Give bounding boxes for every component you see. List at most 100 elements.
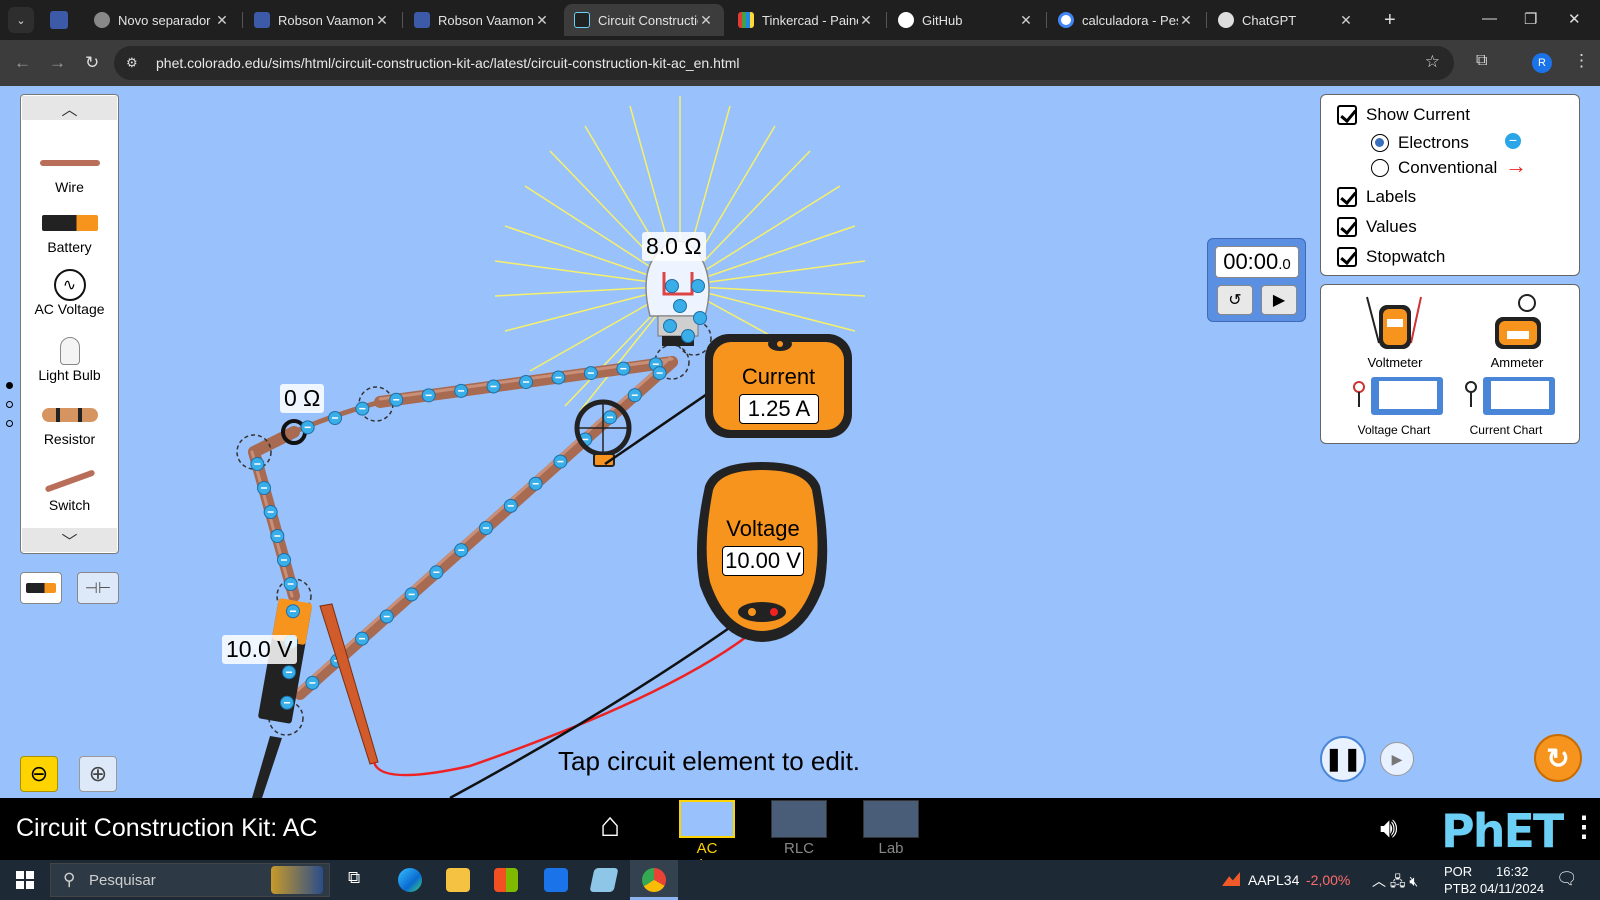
edge-icon[interactable] [398, 868, 422, 892]
toolbox-scroll-down-button[interactable]: ﹀ [22, 528, 117, 552]
minimize-icon[interactable]: — [1482, 10, 1497, 27]
stopwatch-play-button[interactable]: ▶ [1261, 285, 1297, 315]
restore-icon[interactable]: ❐ [1524, 10, 1537, 28]
toolbox-resistor[interactable]: Resistor [21, 399, 118, 447]
url-text[interactable]: phet.colorado.edu/sims/html/circuit-cons… [156, 55, 740, 71]
wire-resistance-label[interactable]: 0 Ω [280, 384, 325, 413]
windows-taskbar: ⚲ Pesquisar ⧉ AAPL34 -2,00% ︿ 🖧︎ 🔇︎ POR … [0, 860, 1600, 900]
close-tab-icon[interactable]: ✕ [698, 12, 714, 29]
labels-checkbox[interactable]: Labels [1337, 187, 1416, 207]
step-forward-button[interactable]: ▶︎ [1380, 742, 1414, 776]
toolbox-ac-voltage[interactable]: ∿ AC Voltage [21, 269, 118, 317]
keyboard-layout[interactable]: PTB2 [1444, 881, 1477, 896]
tab-calculadora[interactable]: calculadora - Pesquisa ✕ [1048, 4, 1204, 36]
site-info-icon[interactable]: ⚙ [126, 55, 142, 71]
site-favicon [254, 12, 270, 28]
electron [673, 299, 687, 313]
forward-icon[interactable]: → [49, 53, 66, 73]
profile-avatar[interactable]: R [1532, 53, 1552, 73]
toolbox-scroll-up-button[interactable]: ︿ [22, 96, 117, 120]
close-tab-icon[interactable]: ✕ [214, 12, 230, 29]
close-tab-icon[interactable]: ✕ [1178, 12, 1194, 29]
pause-button[interactable]: ❚❚ [1320, 736, 1366, 782]
app-icon[interactable] [50, 11, 68, 29]
file-explorer-icon[interactable] [446, 868, 470, 892]
toolbox-light-bulb[interactable]: Light Bulb [21, 335, 118, 383]
address-bar[interactable]: ⚙ phet.colorado.edu/sims/html/circuit-co… [114, 46, 1454, 80]
wire-left[interactable] [248, 446, 300, 602]
stock-change[interactable]: -2,00% [1306, 872, 1350, 888]
values-checkbox[interactable]: Values [1337, 217, 1417, 237]
toolbox-switch[interactable]: Switch [21, 465, 118, 513]
zoom-in-button[interactable]: ⊕ [79, 756, 117, 792]
zoom-out-button[interactable]: ⊖ [20, 756, 58, 792]
language-indicator[interactable]: POR [1444, 864, 1472, 879]
tab-github[interactable]: GitHub ✕ [888, 4, 1044, 36]
battery-voltage-label[interactable]: 10.0 V [222, 635, 297, 664]
voltmeter-value: 10.00 V [722, 546, 804, 576]
show-current-checkbox[interactable]: Show Current [1337, 105, 1470, 125]
voltmeter-tool-label: Voltmeter [1367, 355, 1423, 370]
phet-logo[interactable]: PhET [1441, 804, 1564, 858]
ammeter-tool[interactable] [1487, 293, 1547, 355]
tab-robson-1[interactable]: Robson Vaamonde ✕ [244, 4, 400, 36]
bookmark-star-icon[interactable]: ☆ [1425, 52, 1440, 72]
ms-store-icon[interactable] [494, 868, 518, 892]
close-tab-icon[interactable]: ✕ [858, 12, 874, 29]
electrons-radio[interactable]: Electrons [1371, 133, 1469, 153]
tab-search-button[interactable]: ⌄ [8, 7, 34, 33]
chrome-taskbar-button[interactable] [630, 860, 678, 900]
tab-circuit-construction[interactable]: Circuit Construction ✕ [564, 4, 724, 36]
home-button[interactable]: ⌂ [584, 806, 636, 845]
page-dot[interactable] [6, 401, 13, 408]
browser-menu-icon[interactable]: ⋮ [1573, 51, 1590, 71]
screen-lab[interactable]: Lab [856, 800, 926, 857]
stock-name[interactable]: AAPL34 [1248, 872, 1299, 888]
back-icon[interactable]: ← [14, 53, 31, 73]
stopwatch-reset-button[interactable]: ↺ [1217, 285, 1253, 315]
windows-start-icon[interactable] [16, 871, 34, 889]
close-tab-icon[interactable]: ✕ [1018, 12, 1034, 29]
task-view-icon[interactable]: ⧉ [348, 868, 372, 892]
reset-all-button[interactable]: ↻ [1534, 734, 1582, 782]
sound-toggle-icon[interactable]: 🔊︎ [1380, 812, 1398, 845]
tab-tinkercad[interactable]: Tinkercad - Painel ✕ [728, 4, 884, 36]
voltage-chart-tool[interactable] [1349, 373, 1449, 419]
stopwatch[interactable]: 00:00.0 ↺ ▶ [1207, 238, 1306, 322]
notifications-icon[interactable]: 🗨︎ [1556, 869, 1578, 889]
toolbox-wire[interactable]: Wire [21, 147, 118, 195]
tab-chatgpt[interactable]: ChatGPT ✕ [1208, 4, 1364, 36]
clock-date[interactable]: 04/11/2024 [1480, 881, 1544, 896]
ac-voltage-thumbnail [679, 800, 735, 838]
voltmeter-tool[interactable] [1359, 293, 1431, 355]
tab-novo-separador[interactable]: Novo separador ✕ [84, 4, 240, 36]
close-tab-icon[interactable]: ✕ [374, 12, 390, 29]
schematic-view-button[interactable]: ⊣⊢ [77, 572, 119, 604]
mail-icon[interactable] [544, 868, 568, 892]
current-chart-tool[interactable] [1461, 373, 1561, 419]
page-dot[interactable] [6, 382, 13, 389]
taskbar-search-box[interactable]: ⚲ Pesquisar [50, 863, 330, 897]
github-icon [898, 12, 914, 28]
voltmeter-black-probe[interactable] [252, 736, 282, 798]
close-window-icon[interactable]: ✕ [1568, 10, 1581, 28]
bulb-resistance-label[interactable]: 8.0 Ω [642, 232, 706, 261]
page-dot[interactable] [6, 420, 13, 427]
close-tab-icon[interactable]: ✕ [534, 12, 550, 29]
close-tab-icon[interactable]: ✕ [1338, 12, 1354, 29]
conventional-radio[interactable]: Conventional [1371, 158, 1497, 178]
simulation-area[interactable]: ︿ Wire Battery ∿ AC Voltage Light Bulb R… [0, 86, 1600, 798]
clock-time[interactable]: 16:32 [1496, 864, 1529, 879]
stopwatch-checkbox[interactable]: Stopwatch [1337, 247, 1445, 267]
system-tray-icons[interactable]: ︿ 🖧︎ 🔇︎ [1372, 871, 1418, 895]
lab-thumbnail [863, 800, 919, 838]
reload-icon[interactable]: ↻ [85, 53, 99, 73]
lifelike-view-button[interactable] [20, 572, 62, 604]
extensions-icon[interactable]: ⧉ [1476, 52, 1487, 70]
screen-rlc[interactable]: RLC [764, 800, 834, 857]
app-icon[interactable] [589, 868, 619, 892]
phet-menu-icon[interactable]: ⋮ [1570, 810, 1598, 843]
tab-robson-2[interactable]: Robson Vaamonde ✕ [404, 4, 560, 36]
toolbox-battery[interactable]: Battery [21, 207, 118, 255]
new-tab-button[interactable]: + [1384, 9, 1396, 32]
